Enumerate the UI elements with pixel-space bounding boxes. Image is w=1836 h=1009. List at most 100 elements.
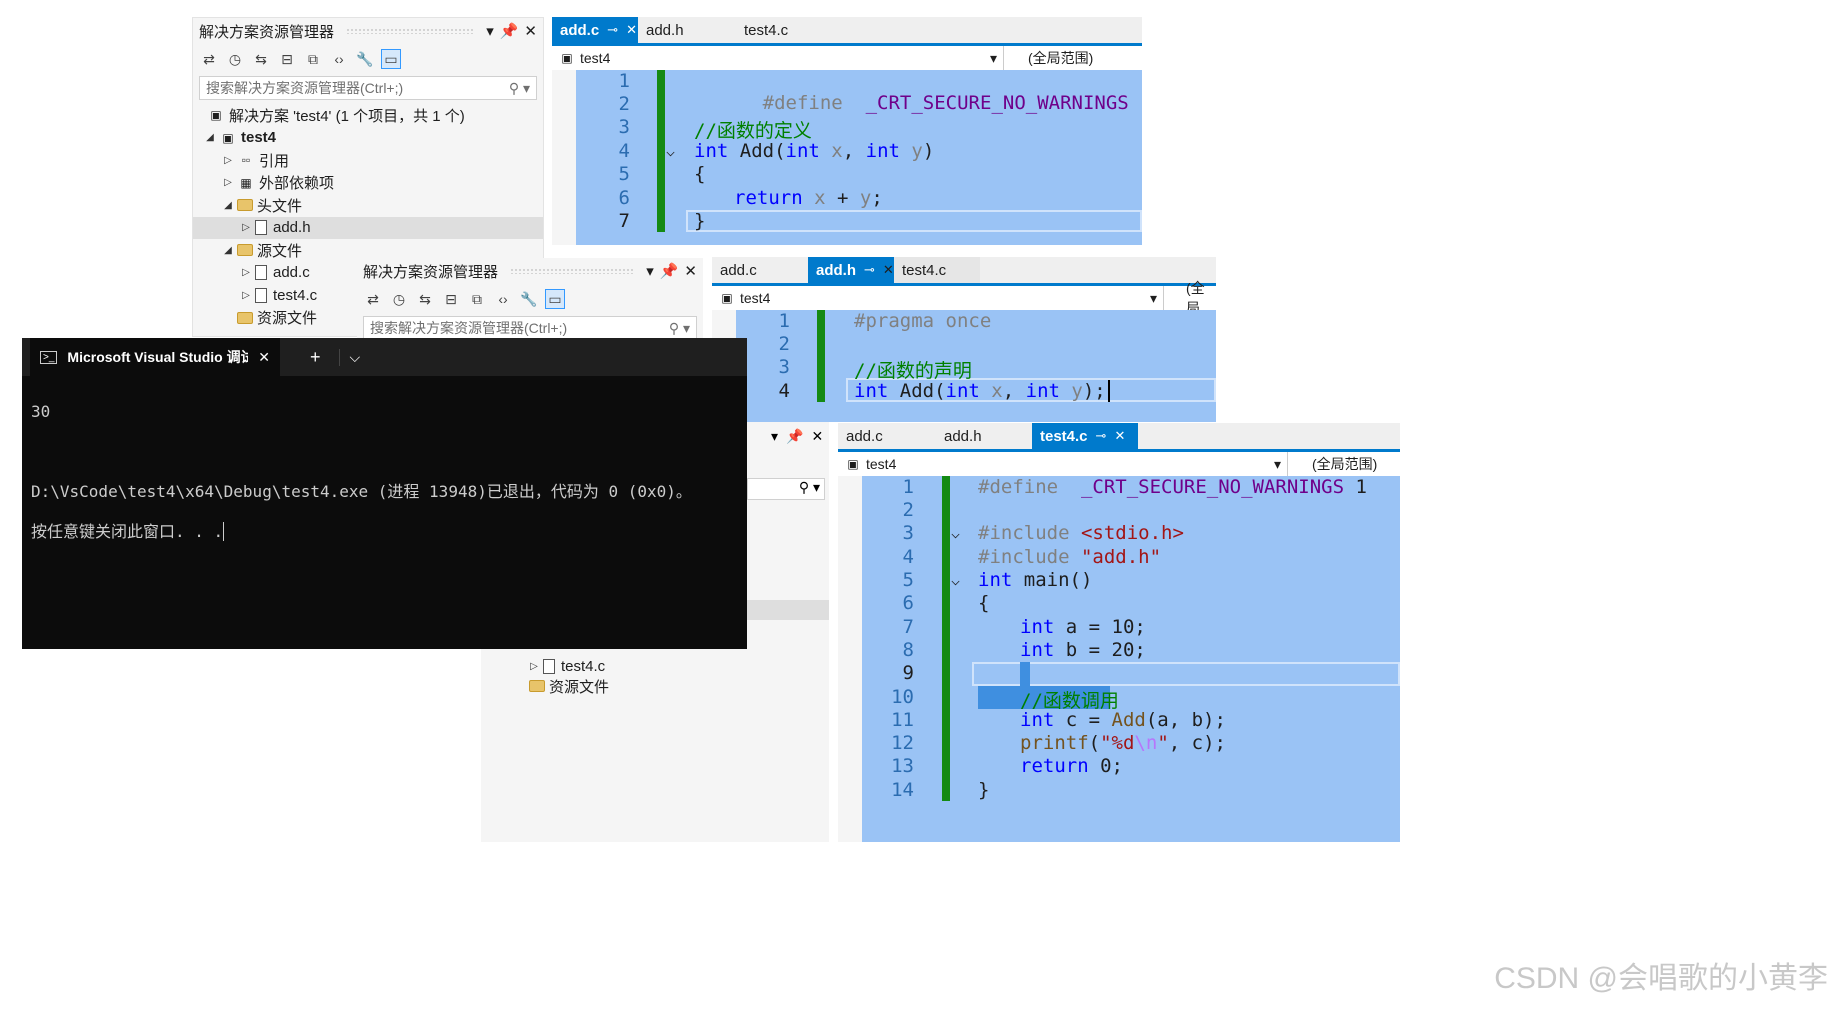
search-icon[interactable]: ⚲ ▾ <box>509 80 530 97</box>
folder-icon <box>237 199 253 212</box>
back-forward-icon[interactable]: ⇆ <box>251 49 271 69</box>
collapsed-triangle-icon[interactable]: ▷ <box>219 177 237 188</box>
tree-item-test4-c[interactable]: ▷ test4.c <box>525 656 609 676</box>
solution-explorer-search-input[interactable]: 搜索解决方案资源管理器(Ctrl+;) ⚲ ▾ <box>363 316 697 338</box>
tree-item-add-h[interactable]: ▷ add.h <box>193 216 543 239</box>
expanded-triangle-icon[interactable]: ◢ <box>219 245 237 256</box>
code-line-13: return 0; <box>1020 755 1123 777</box>
tab-add-h[interactable]: add.h <box>638 17 724 43</box>
properties-wrench-icon[interactable]: 🔧 <box>355 49 375 69</box>
tree-item-project[interactable]: ◢ ▣ test4 <box>193 127 543 150</box>
line-number: 3 <box>618 116 630 138</box>
project-dropdown[interactable]: ▣ test4 ▾ <box>552 46 1004 70</box>
preview-selected-icon[interactable]: ▭ <box>545 289 565 309</box>
scope-dropdown[interactable]: (全局 <box>1164 280 1216 316</box>
collapse-all-icon[interactable]: ⊟ <box>277 49 297 69</box>
solution-explorer-search-input[interactable]: ⚲ ▾ <box>747 478 825 500</box>
pin-icon[interactable]: 📌 <box>660 262 679 280</box>
close-icon[interactable]: ✕ <box>626 22 637 38</box>
scope-dropdown[interactable]: (全局范围) <box>1004 46 1142 70</box>
code-area[interactable]: 1 2 3 4 5 6 7 8 9 10 11 12 13 14 ⌵ ⌵ #define _CRT_SEC… <box>838 476 1400 842</box>
properties-wrench-icon[interactable]: 🔧 <box>519 289 539 309</box>
pin-icon[interactable]: ⊸ <box>864 262 875 278</box>
history-icon[interactable]: ◷ <box>225 49 245 69</box>
collapsed-triangle-icon[interactable]: ▷ <box>237 267 255 278</box>
tree-item-solution[interactable]: ▣ 解决方案 'test4' (1 个项目，共 1 个) <box>193 104 543 127</box>
collapsed-triangle-icon[interactable]: ▷ <box>219 155 237 166</box>
console-output[interactable]: 30 D:\VsCode\test4\x64\Debug\test4.exe (… <box>22 376 747 588</box>
close-icon[interactable]: ✕ <box>883 262 894 278</box>
collapsed-triangle-icon[interactable]: ▷ <box>237 290 255 301</box>
sync-icon[interactable]: ⇄ <box>363 289 383 309</box>
chevron-down-icon[interactable]: ▾ <box>486 22 494 40</box>
title-drag-grip[interactable] <box>346 28 475 34</box>
console-tab-bar: >_ Microsoft Visual Studio 调试 ✕ + ⌵ <box>22 338 747 376</box>
collapse-all-icon[interactable]: ⊟ <box>441 289 461 309</box>
history-icon[interactable]: ◷ <box>389 289 409 309</box>
panel-header-controls: ▾ 📌 ✕ <box>771 428 823 445</box>
collapsed-triangle-icon[interactable]: ▷ <box>237 222 255 233</box>
chevron-down-icon[interactable]: ▾ <box>646 262 654 280</box>
fold-toggle-icon[interactable]: ⌵ <box>951 571 960 589</box>
line-number: 1 <box>778 310 790 332</box>
line-number: 6 <box>902 592 914 614</box>
fold-toggle-icon[interactable]: ⌵ <box>666 142 675 160</box>
tab-test4-c[interactable]: test4.c ⊸ ✕ <box>1032 423 1138 449</box>
search-icon[interactable]: ⚲ ▾ <box>799 479 820 495</box>
pin-icon[interactable]: 📌 <box>500 22 519 40</box>
solution-explorer-title: 解决方案资源管理器 <box>199 23 335 41</box>
close-icon[interactable]: ✕ <box>811 428 823 445</box>
tab-add-h[interactable]: add.h ⊸ ✕ <box>808 257 894 283</box>
solution-explorer-search-input[interactable]: 搜索解决方案资源管理器(Ctrl+;) ⚲ ▾ <box>199 76 537 100</box>
expanded-triangle-icon[interactable]: ◢ <box>219 200 237 211</box>
pin-icon[interactable]: ⊸ <box>607 22 618 38</box>
tab-test4-c[interactable]: test4.c <box>894 257 980 283</box>
code-view-icon[interactable]: ‹› <box>493 289 513 309</box>
tree-item-header-files[interactable]: ◢ 头文件 <box>193 194 543 217</box>
show-all-files-icon[interactable]: ⧉ <box>467 289 487 309</box>
tab-test4-c[interactable]: test4.c <box>724 17 842 43</box>
change-tracking-bar <box>942 476 950 801</box>
sync-icon[interactable]: ⇄ <box>199 49 219 69</box>
chevron-down-icon[interactable]: ▾ <box>771 428 778 445</box>
close-icon[interactable]: ✕ <box>258 349 270 366</box>
close-icon[interactable]: ✕ <box>684 262 697 280</box>
code-line-4: int Add(int x, int y) <box>694 140 935 162</box>
expanded-triangle-icon[interactable]: ◢ <box>201 132 219 143</box>
line-number: 7 <box>902 616 914 638</box>
tree-item-external-deps[interactable]: ▷ ▦ 外部依赖项 <box>193 172 543 195</box>
tab-add-c[interactable]: add.c <box>838 423 924 449</box>
close-icon[interactable]: ✕ <box>1114 428 1125 444</box>
fold-toggle-icon[interactable]: ⌵ <box>951 524 960 542</box>
close-icon[interactable]: ✕ <box>524 22 537 40</box>
code-area[interactable]: 1 2 3 4 #pragma once //函数的声明 int Add(int… <box>712 310 1216 422</box>
scope-dropdown[interactable]: (全局范围) <box>1288 452 1400 476</box>
show-all-files-icon[interactable]: ⧉ <box>303 49 323 69</box>
code-line-4: int Add(int x, int y); <box>854 380 1110 402</box>
search-icon[interactable]: ⚲ ▾ <box>669 320 690 337</box>
chevron-down-icon[interactable]: ⌵ <box>338 348 360 366</box>
chevron-down-icon: ▾ <box>1149 289 1157 306</box>
editor-navigation-bar: ▣ test4 ▾ (全局范围) <box>838 452 1400 477</box>
project-dropdown[interactable]: ▣ test4 ▾ <box>712 286 1164 310</box>
tree-item-references[interactable]: ▷ ▫▫ 引用 <box>193 149 543 172</box>
tab-add-h[interactable]: add.h <box>924 423 1022 449</box>
project-dropdown[interactable]: ▣ test4 ▾ <box>838 452 1288 476</box>
title-drag-grip[interactable] <box>510 268 635 274</box>
preview-selected-icon[interactable]: ▭ <box>381 49 401 69</box>
back-forward-icon[interactable]: ⇆ <box>415 289 435 309</box>
code-area[interactable]: 1 2 3 4 5 6 7 ⌵ #define _CRT_SECURE_NO_W… <box>552 70 1142 245</box>
code-line-14: } <box>978 779 990 801</box>
line-number-current: 7 <box>618 210 630 232</box>
line-number: 2 <box>902 499 914 521</box>
console-tab[interactable]: >_ Microsoft Visual Studio 调试 ✕ <box>30 338 280 376</box>
tab-add-c[interactable]: add.c ⊸ ✕ <box>552 17 638 43</box>
new-tab-button[interactable]: + <box>310 347 321 368</box>
code-view-icon[interactable]: ‹› <box>329 49 349 69</box>
tree-item-resource-files[interactable]: 资源文件 <box>525 676 609 696</box>
line-number: 5 <box>618 163 630 185</box>
pin-icon[interactable]: 📌 <box>786 428 803 445</box>
collapsed-triangle-icon[interactable]: ▷ <box>525 661 543 672</box>
tab-add-c[interactable]: add.c <box>712 257 798 283</box>
pin-icon[interactable]: ⊸ <box>1096 428 1107 444</box>
